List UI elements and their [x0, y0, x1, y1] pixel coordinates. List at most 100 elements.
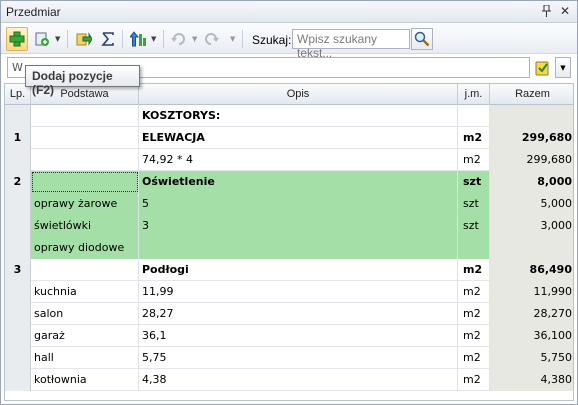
cell-opis[interactable]: 36,1 — [139, 325, 458, 347]
cell-lp[interactable] — [5, 105, 31, 127]
filter-apply-button[interactable] — [532, 57, 554, 78]
sum-button[interactable] — [98, 27, 118, 51]
cell-jm[interactable] — [458, 237, 490, 259]
cell-lp[interactable] — [5, 369, 31, 391]
cell-opis[interactable] — [139, 237, 458, 259]
cell-jm[interactable]: m2 — [458, 369, 490, 391]
cell-opis[interactable]: 74,92 * 4 — [139, 149, 458, 171]
cell-jm[interactable]: szt — [458, 193, 490, 215]
header-lp[interactable]: Lp. — [5, 84, 31, 105]
cell-lp[interactable]: 2 — [5, 171, 31, 193]
table-row[interactable]: 1 ELEWACJA m2 299,680 — [5, 127, 573, 149]
toolbar: ▼ ▼ ▼ ▼ Szukaj: Wpisz szukany tekst... — [1, 24, 577, 60]
close-icon[interactable]: ✕ — [560, 4, 570, 18]
redo-icon — [205, 33, 219, 45]
cell-opis[interactable]: 5,75 — [139, 347, 458, 369]
panel-titlebar: Przedmiar ✕ — [1, 1, 577, 23]
table-row[interactable]: salon 28,27 m2 28,270 — [5, 303, 573, 325]
cell-jm[interactable] — [458, 105, 490, 127]
cell-razem: 11,990 — [490, 281, 573, 303]
cell-jm[interactable]: m2 — [458, 149, 490, 171]
cell-podstawa[interactable]: kotłownia — [31, 369, 139, 391]
cell-jm[interactable]: szt — [458, 215, 490, 237]
table-row[interactable]: 2 Oświetlenie szt 8,000 — [5, 171, 573, 193]
cell-lp[interactable] — [5, 149, 31, 171]
cell-opis[interactable]: KOSZTORYS: — [139, 105, 458, 127]
sort-dropdown-icon[interactable]: ▼ — [151, 35, 156, 43]
table-row[interactable]: KOSZTORYS: — [5, 105, 573, 127]
redo-button[interactable] — [201, 27, 221, 51]
table-row[interactable]: 74,92 * 4 m2 299,680 — [5, 149, 573, 171]
cell-lp[interactable]: 3 — [5, 259, 31, 281]
cell-opis[interactable]: 28,27 — [139, 303, 458, 325]
cell-jm[interactable]: m2 — [458, 259, 490, 281]
cell-podstawa[interactable] — [31, 127, 139, 149]
cell-podstawa[interactable] — [31, 149, 139, 171]
undo-dropdown-icon[interactable]: ▼ — [192, 35, 197, 43]
sum-icon — [101, 32, 114, 46]
move-button[interactable] — [74, 27, 94, 51]
cell-podstawa[interactable]: hall — [31, 347, 139, 369]
cell-razem: 3,000 — [490, 215, 573, 237]
table-row[interactable]: hall 5,75 m2 5,750 — [5, 347, 573, 369]
cell-lp[interactable] — [5, 193, 31, 215]
add-item-dropdown-icon[interactable]: ▼ — [55, 35, 60, 43]
cell-opis[interactable]: 3 — [139, 215, 458, 237]
cell-razem: 5,000 — [490, 193, 573, 215]
cell-podstawa[interactable]: świetlówki — [31, 215, 139, 237]
cell-jm[interactable]: m2 — [458, 325, 490, 347]
table-row[interactable]: garaż 36,1 m2 36,100 — [5, 325, 573, 347]
cell-razem — [490, 105, 573, 127]
cell-podstawa[interactable] — [31, 171, 139, 193]
search-button[interactable] — [411, 28, 433, 50]
cell-lp[interactable] — [5, 347, 31, 369]
cell-podstawa[interactable]: kuchnia — [31, 281, 139, 303]
cell-razem: 86,490 — [490, 259, 573, 281]
toolbar-separator — [67, 30, 68, 48]
sort-button[interactable] — [128, 27, 148, 51]
cell-podstawa[interactable] — [31, 105, 139, 127]
cell-jm[interactable]: szt — [458, 171, 490, 193]
cell-podstawa[interactable] — [31, 259, 139, 281]
cell-lp[interactable] — [5, 281, 31, 303]
table-row[interactable]: oprawy diodowe — [5, 237, 573, 259]
cell-lp[interactable] — [5, 303, 31, 325]
search-input[interactable]: Wpisz szukany tekst... — [292, 29, 410, 60]
table-row[interactable]: kuchnia 11,99 m2 11,990 — [5, 281, 573, 303]
cell-jm[interactable]: m2 — [458, 127, 490, 149]
header-razem[interactable]: Razem — [490, 84, 573, 105]
cell-opis[interactable]: 5 — [139, 193, 458, 215]
cell-podstawa[interactable]: garaż — [31, 325, 139, 347]
cell-opis[interactable]: Podłogi — [139, 259, 458, 281]
cell-lp[interactable] — [5, 325, 31, 347]
cell-podstawa[interactable]: salon — [31, 303, 139, 325]
cell-lp[interactable] — [5, 237, 31, 259]
add-item-button[interactable] — [32, 27, 52, 51]
cell-jm[interactable]: m2 — [458, 303, 490, 325]
cell-opis[interactable]: 11,99 — [139, 281, 458, 303]
table-row[interactable]: 3 Podłogi m2 86,490 — [5, 259, 573, 281]
cell-lp[interactable] — [5, 215, 31, 237]
cell-podstawa[interactable]: oprawy żarowe — [31, 193, 139, 215]
cell-opis[interactable]: 4,38 — [139, 369, 458, 391]
pin-icon[interactable] — [542, 4, 552, 17]
cell-opis[interactable]: ELEWACJA — [139, 127, 458, 149]
add-position-button[interactable] — [6, 27, 28, 51]
cell-podstawa[interactable]: oprawy diodowe — [31, 237, 139, 259]
cell-opis[interactable]: Oświetlenie — [139, 171, 458, 193]
undo-button[interactable] — [169, 27, 189, 51]
header-jm[interactable]: j.m. — [458, 84, 490, 105]
filter-dropdown-button[interactable]: ▼ — [555, 57, 571, 78]
table-row[interactable]: świetlówki 3 szt 3,000 — [5, 215, 573, 237]
cell-razem: 28,270 — [490, 303, 573, 325]
table-row[interactable]: oprawy żarowe 5 szt 5,000 — [5, 193, 573, 215]
cell-jm[interactable]: m2 — [458, 347, 490, 369]
toolbar-separator — [122, 30, 123, 48]
cell-lp[interactable]: 1 — [5, 127, 31, 149]
grid-header: Lp. Podstawa Opis j.m. Razem — [5, 84, 573, 105]
przedmiar-grid: Lp. Podstawa Opis j.m. Razem KOSZTORYS: … — [4, 83, 574, 401]
cell-jm[interactable]: m2 — [458, 281, 490, 303]
table-row[interactable]: kotłownia 4,38 m2 4,380 — [5, 369, 573, 391]
header-opis[interactable]: Opis — [139, 84, 458, 105]
redo-dropdown-icon[interactable]: ▼ — [230, 35, 235, 43]
